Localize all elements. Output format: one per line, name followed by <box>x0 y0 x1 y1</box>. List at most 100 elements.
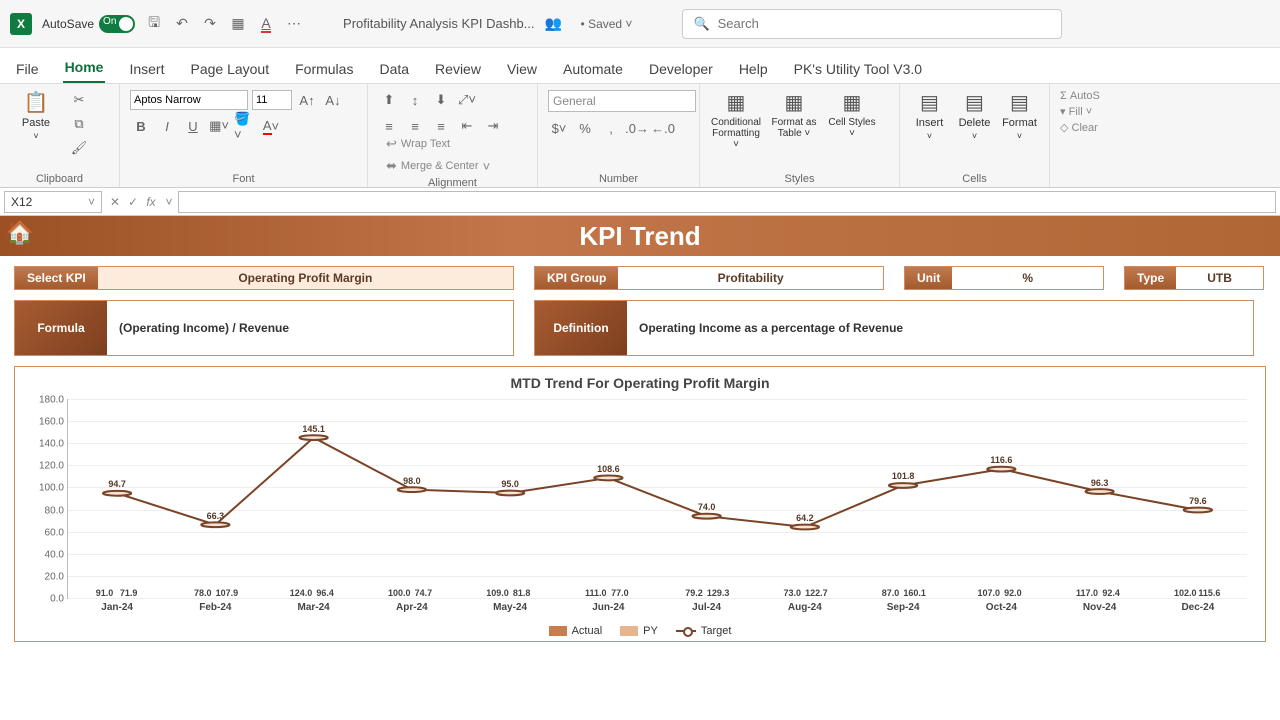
format-button[interactable]: ▤Format˅ <box>1000 90 1039 141</box>
unit-label: Unit <box>905 267 952 289</box>
align-right-icon[interactable]: ≡ <box>430 116 452 136</box>
clear-icon: ◇ <box>1060 122 1068 134</box>
autosave-label: AutoSave <box>42 17 94 31</box>
decrease-indent-icon[interactable]: ⇤ <box>456 116 478 136</box>
format-painter-icon[interactable]: 🖌 <box>68 138 90 158</box>
legend-target: Target <box>676 625 732 637</box>
enter-formula-icon[interactable]: ✓ <box>124 195 142 209</box>
cut-icon[interactable]: ✂ <box>68 90 90 110</box>
redo-icon[interactable]: ↷ <box>201 15 219 33</box>
align-left-icon[interactable]: ≡ <box>378 116 400 136</box>
tab-view[interactable]: View <box>505 55 539 83</box>
copy-icon[interactable]: ⧉ <box>68 114 90 134</box>
delete-button[interactable]: ▤Delete˅ <box>955 90 994 141</box>
insert-icon: ▤ <box>920 90 939 115</box>
ribbon: 📋Paste˅ ✂ ⧉ 🖌 Clipboard A↑ A↓ B I U ▦˅ 🪣… <box>0 84 1280 188</box>
kpi-group-value: Profitability <box>618 267 883 289</box>
definition-value: Operating Income as a percentage of Reve… <box>627 301 1253 355</box>
underline-button[interactable]: U <box>182 116 204 136</box>
select-kpi-filter[interactable]: Select KPI Operating Profit Margin <box>14 266 514 290</box>
align-center-icon[interactable]: ≡ <box>404 116 426 136</box>
italic-button[interactable]: I <box>156 116 178 136</box>
home-icon[interactable]: 🏠 <box>6 220 33 246</box>
paste-button[interactable]: 📋Paste˅ <box>10 90 62 141</box>
name-box[interactable]: X12˅ <box>4 191 102 213</box>
tab-help[interactable]: Help <box>737 55 770 83</box>
saved-status[interactable]: • Saved ˅ <box>581 17 633 31</box>
number-format-select[interactable] <box>548 90 696 112</box>
align-bottom-icon[interactable]: ⬇ <box>430 90 452 110</box>
tab-file[interactable]: File <box>14 55 41 83</box>
search-input[interactable] <box>718 16 1052 31</box>
fill-color-icon[interactable]: 🪣˅ <box>234 116 256 136</box>
group-styles-label: Styles <box>710 170 889 185</box>
clear-button[interactable]: ◇ Clear <box>1060 121 1110 134</box>
save-icon[interactable]: 🖫 <box>145 15 163 33</box>
autosave-toggle[interactable]: AutoSave On <box>42 15 135 33</box>
font-color-icon[interactable]: A <box>257 15 275 33</box>
group-alignment-label: Alignment <box>378 174 527 189</box>
tab-home[interactable]: Home <box>63 53 106 83</box>
font-color-icon[interactable]: A˅ <box>260 116 282 136</box>
tab-data[interactable]: Data <box>377 55 411 83</box>
chart-area: 0.020.040.060.080.0100.0120.0140.0160.01… <box>25 395 1255 623</box>
conditional-formatting-button[interactable]: ▦Conditional Formatting ˅ <box>710 90 762 150</box>
tab-formulas[interactable]: Formulas <box>293 55 355 83</box>
tab-page-layout[interactable]: Page Layout <box>188 55 271 83</box>
currency-icon[interactable]: $˅ <box>548 118 570 138</box>
increase-indent-icon[interactable]: ⇥ <box>482 116 504 136</box>
tab-insert[interactable]: Insert <box>127 55 166 83</box>
merge-center-button[interactable]: ⬌Merge & Center˅ <box>386 158 527 174</box>
autosum-button[interactable]: Σ AutoS <box>1060 90 1110 102</box>
kpi-group-label: KPI Group <box>535 267 618 289</box>
cell-styles-button[interactable]: ▦Cell Styles ˅ <box>826 90 878 139</box>
percent-icon[interactable]: % <box>574 118 596 138</box>
formula-input[interactable] <box>178 191 1276 213</box>
group-number-label: Number <box>548 170 689 185</box>
font-name-select[interactable] <box>130 90 248 110</box>
cond-format-icon: ▦ <box>727 90 746 115</box>
dashboard: 🏠 KPI Trend Select KPI Operating Profit … <box>0 216 1280 642</box>
tab-pk-s-utility-tool-v3-0[interactable]: PK's Utility Tool V3.0 <box>792 55 924 83</box>
document-title: Profitability Analysis KPI Dashb... <box>343 16 534 31</box>
cancel-formula-icon[interactable]: ✕ <box>106 195 124 209</box>
info-row: Formula (Operating Income) / Revenue Def… <box>0 296 1280 366</box>
fill-button[interactable]: ▾ Fill ˅ <box>1060 105 1110 118</box>
group-clipboard-label: Clipboard <box>10 170 109 185</box>
wrap-icon: ↩ <box>386 136 397 152</box>
dropdown-icon[interactable]: ˅ <box>160 195 178 209</box>
format-as-table-button[interactable]: ▦Format as Table ˅ <box>768 90 820 139</box>
comma-icon[interactable]: , <box>600 118 622 138</box>
tab-automate[interactable]: Automate <box>561 55 625 83</box>
undo-icon[interactable]: ↶ <box>173 15 191 33</box>
share-icon[interactable]: 👥 <box>545 15 563 33</box>
chart-title: MTD Trend For Operating Profit Margin <box>25 375 1255 391</box>
tab-developer[interactable]: Developer <box>647 55 715 83</box>
align-top-icon[interactable]: ⬆ <box>378 90 400 110</box>
title-bar: X AutoSave On 🖫 ↶ ↷ ▦ A ⋯ Profitability … <box>0 0 1280 48</box>
orientation-icon[interactable]: ⤢˅ <box>456 90 478 110</box>
paste-label: Paste <box>22 117 50 129</box>
qat-overflow-icon[interactable]: ⋯ <box>285 15 303 33</box>
insert-button[interactable]: ▤Insert˅ <box>910 90 949 141</box>
bold-button[interactable]: B <box>130 116 152 136</box>
decrease-font-icon[interactable]: A↓ <box>322 90 344 110</box>
filter-row: Select KPI Operating Profit Margin KPI G… <box>0 256 1280 296</box>
select-kpi-label: Select KPI <box>15 267 98 289</box>
decrease-decimal-icon[interactable]: ←.0 <box>652 118 674 138</box>
tab-review[interactable]: Review <box>433 55 483 83</box>
toggle-on-icon[interactable]: On <box>99 15 135 33</box>
increase-decimal-icon[interactable]: .0→ <box>626 118 648 138</box>
chart-container: MTD Trend For Operating Profit Margin 0.… <box>14 366 1266 642</box>
align-middle-icon[interactable]: ↕ <box>404 90 426 110</box>
fx-icon[interactable]: fx <box>142 195 160 209</box>
search-box[interactable]: 🔍 <box>682 9 1062 39</box>
wrap-text-button[interactable]: ↩Wrap Text <box>386 136 527 152</box>
font-size-select[interactable] <box>252 90 292 110</box>
formula-label: Formula <box>15 301 107 355</box>
chart-plot: 0.020.040.060.080.0100.0120.0140.0160.01… <box>67 399 1247 599</box>
group-font-label: Font <box>130 170 357 185</box>
border-icon[interactable]: ▦˅ <box>208 116 230 136</box>
grid-icon[interactable]: ▦ <box>229 15 247 33</box>
increase-font-icon[interactable]: A↑ <box>296 90 318 110</box>
